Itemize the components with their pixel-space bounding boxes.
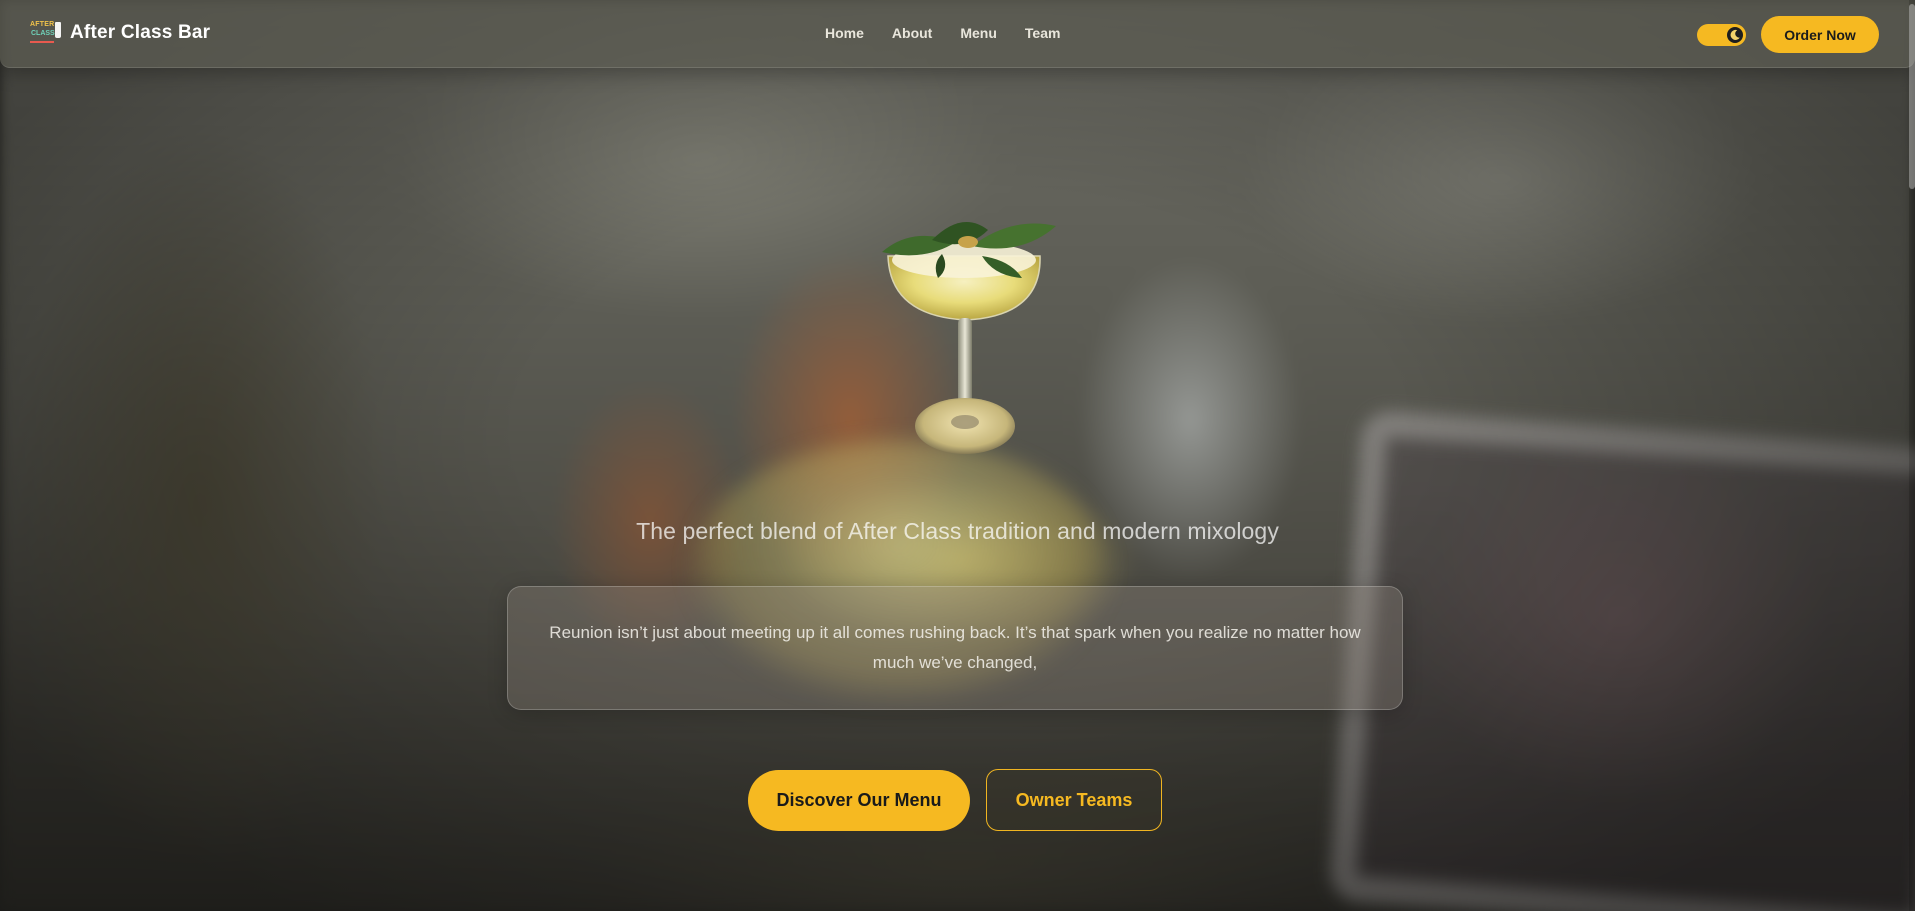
brand-logo-icon: AFTER CLASS <box>30 20 62 46</box>
nav-link-about[interactable]: About <box>892 25 932 41</box>
moon-icon <box>1730 29 1740 40</box>
owner-teams-button[interactable]: Owner Teams <box>986 769 1162 831</box>
discover-menu-button[interactable]: Discover Our Menu <box>748 770 970 831</box>
logo-text-class: CLASS <box>31 30 55 37</box>
logo-underline <box>30 41 54 43</box>
hero-tagline: The perfect blend of After Class traditi… <box>636 518 1279 544</box>
brand[interactable]: AFTER CLASS After Class Bar <box>30 20 210 46</box>
logo-glass-shape <box>55 22 61 38</box>
nav-links: Home About Menu Team <box>825 25 1088 41</box>
nav-link-team[interactable]: Team <box>1025 25 1061 41</box>
cocktail-glass-image <box>882 222 1056 454</box>
page: AFTER CLASS After Class Bar Home About M… <box>0 0 1915 911</box>
order-now-button[interactable]: Order Now <box>1761 16 1879 53</box>
quote-card: Reunion isn’t just about meeting up it a… <box>507 586 1403 710</box>
nav-link-home[interactable]: Home <box>825 25 864 41</box>
nav-link-menu[interactable]: Menu <box>960 25 997 41</box>
theme-toggle[interactable] <box>1697 24 1746 46</box>
brand-name: After Class Bar <box>70 22 211 43</box>
theme-toggle-knob <box>1727 27 1743 43</box>
logo-text-after: AFTER <box>30 21 55 28</box>
page-scrollbar-thumb[interactable] <box>1909 4 1915 189</box>
page-scrollbar[interactable] <box>1909 0 1915 911</box>
quote-text: Reunion isn’t just about meeting up it a… <box>549 623 1361 672</box>
navbar: AFTER CLASS After Class Bar Home About M… <box>0 0 1915 68</box>
